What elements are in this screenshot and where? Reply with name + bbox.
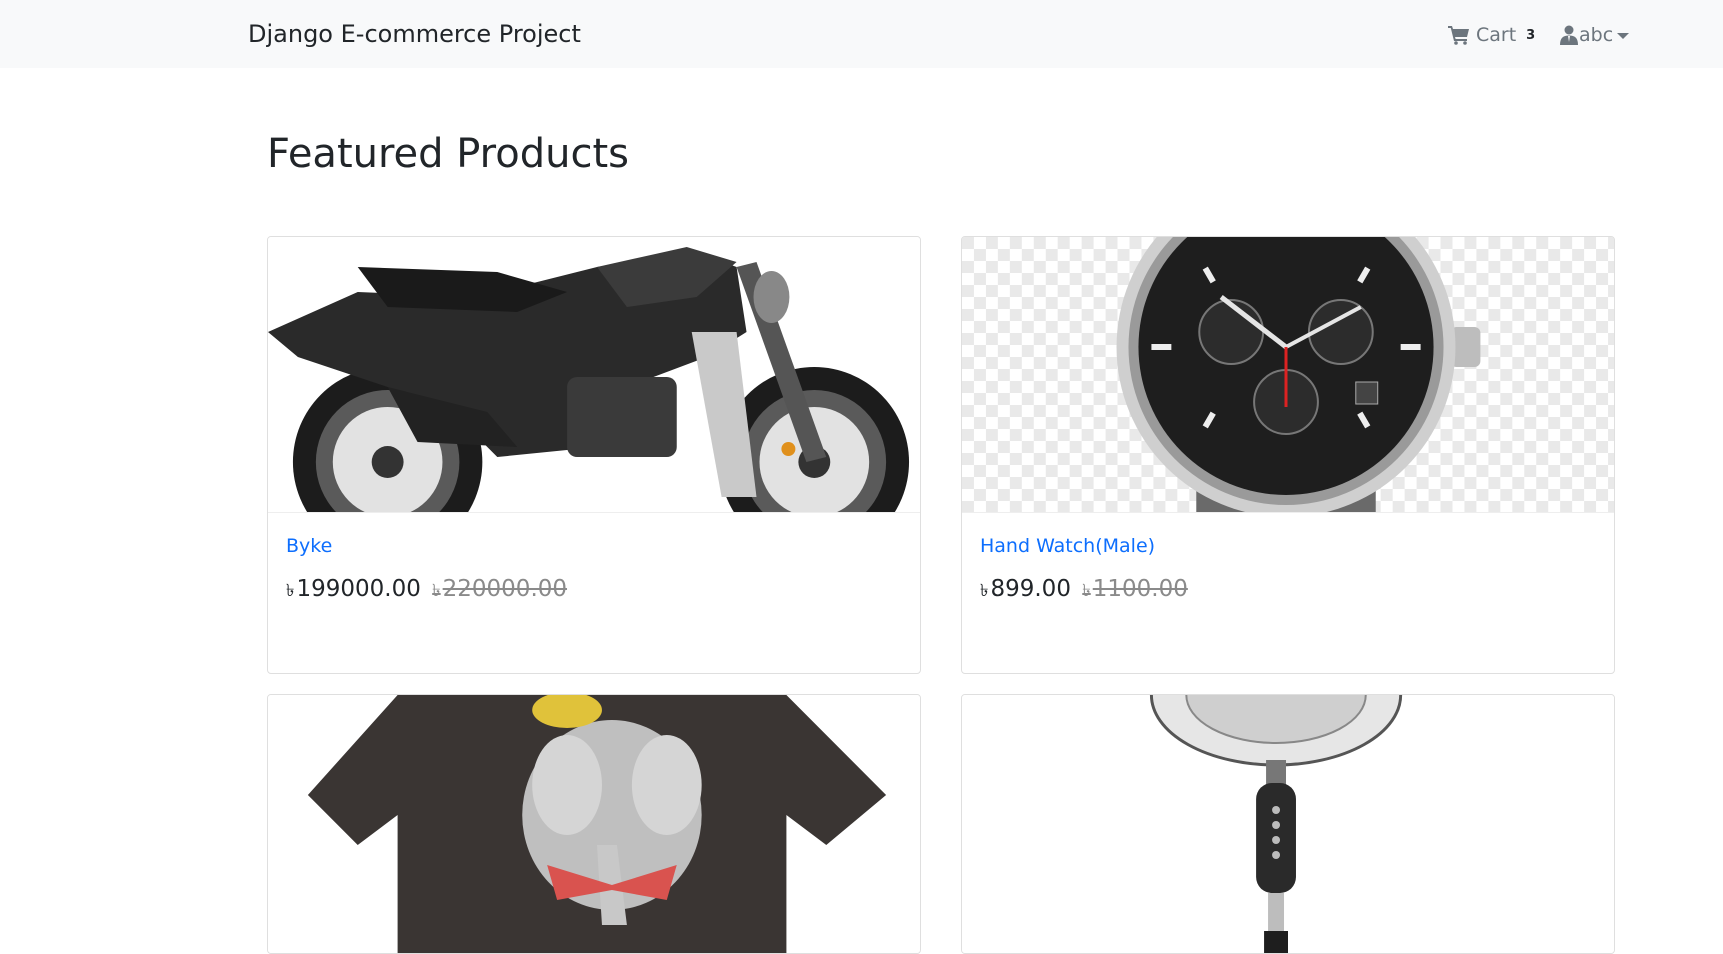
product-price-row: ৳199000.00 ৳220000.00 bbox=[286, 573, 902, 607]
product-title-link[interactable]: Hand Watch(Male) bbox=[980, 533, 1596, 559]
currency-symbol: ৳ bbox=[980, 581, 989, 601]
currency-symbol: ৳ bbox=[286, 581, 295, 601]
product-card: Byke ৳199000.00 ৳220000.00 bbox=[267, 236, 921, 674]
user-dropdown[interactable]: abc bbox=[1560, 20, 1630, 50]
wristwatch-image bbox=[962, 237, 1614, 512]
motorcycle-image bbox=[268, 237, 920, 512]
product-image[interactable] bbox=[962, 237, 1614, 513]
product-card bbox=[267, 694, 921, 954]
page-title: Featured Products bbox=[267, 131, 629, 177]
product-card bbox=[961, 694, 1615, 954]
navbar: Django E-commerce Project Cart 3 abc bbox=[0, 0, 1723, 68]
product-old-price-value: 220000.00 bbox=[442, 576, 568, 602]
stand-fan-image bbox=[962, 695, 1614, 953]
user-name: abc bbox=[1579, 24, 1614, 46]
cart-label: Cart bbox=[1476, 24, 1517, 46]
product-old-price-value: 1100.00 bbox=[1092, 576, 1188, 602]
product-image[interactable] bbox=[268, 237, 920, 513]
product-card: Hand Watch(Male) ৳899.00 ৳1100.00 bbox=[961, 236, 1615, 674]
currency-symbol: ৳ bbox=[432, 581, 441, 601]
user-icon bbox=[1560, 25, 1578, 45]
product-old-price: ৳1100.00 bbox=[1082, 576, 1188, 602]
product-old-price: ৳220000.00 bbox=[432, 576, 567, 602]
cart-count-badge: 3 bbox=[1526, 27, 1536, 43]
product-price: 899.00 bbox=[990, 576, 1071, 602]
shopping-cart-icon bbox=[1448, 26, 1469, 45]
tshirt-image bbox=[268, 695, 920, 953]
product-image[interactable] bbox=[268, 695, 920, 953]
chevron-down-icon bbox=[1617, 33, 1630, 39]
product-image[interactable] bbox=[962, 695, 1614, 953]
product-price: 199000.00 bbox=[296, 576, 421, 602]
product-price-row: ৳899.00 ৳1100.00 bbox=[980, 573, 1596, 607]
brand-link[interactable]: Django E-commerce Project bbox=[248, 17, 581, 51]
currency-symbol: ৳ bbox=[1082, 581, 1091, 601]
cart-link[interactable]: Cart 3 bbox=[1448, 20, 1535, 50]
product-title-link[interactable]: Byke bbox=[286, 533, 902, 559]
